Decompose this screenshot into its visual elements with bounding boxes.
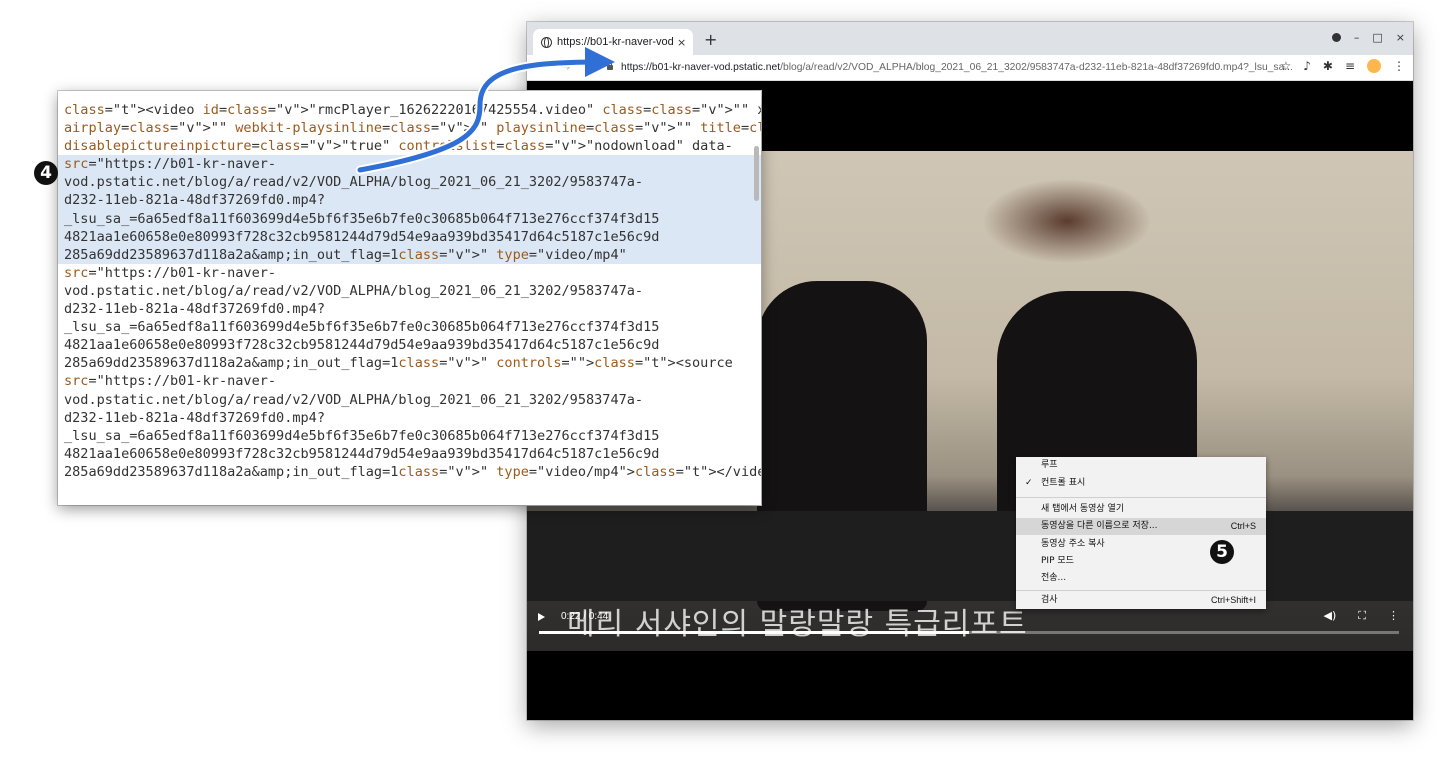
source-code-panel: class="t"><video id=class="v">"rmcPlayer… [58, 91, 761, 505]
bookmark-star-icon[interactable]: ☆ [1280, 59, 1291, 73]
menu-item-shortcut: Ctrl+Shift+I [1210, 595, 1256, 605]
new-tab-button[interactable]: + [704, 30, 717, 49]
menu-item-label: 동영상 주소 복사 [1041, 539, 1105, 549]
browser-tab[interactable]: https://b01-kr-naver-vod.pstatic.net/blo… [533, 29, 693, 55]
play-icon[interactable] [538, 613, 545, 621]
forward-icon[interactable]: → [560, 60, 571, 75]
url-text: https://b01-kr-naver-vod.pstatic.net/blo… [621, 62, 1293, 73]
scrollbar[interactable] [754, 146, 759, 201]
video-bench [527, 511, 1413, 601]
volume-icon[interactable]: ◀) [1324, 609, 1337, 623]
nav-buttons: ← → [535, 60, 571, 75]
browser-toolbar: ← → https://b01-kr-naver-vod.pstatic.net… [527, 55, 1413, 81]
menu-item-shortcut: Ctrl+S [1230, 521, 1256, 531]
media-extension-icon[interactable]: ♪ [1303, 59, 1311, 73]
profile-icon[interactable] [1331, 33, 1341, 42]
video-element-source: class="t"><video id=class="v">"rmcPlayer… [64, 102, 761, 480]
video-controls-right: ◀) ⛶ ⋮ [1324, 609, 1399, 623]
more-vert-icon[interactable]: ⋮ [1388, 609, 1399, 623]
lock-icon[interactable] [607, 61, 613, 70]
tab-title: https://b01-kr-naver-vod.pstatic.net/blo… [557, 36, 674, 48]
check-icon: ✓ [1025, 478, 1033, 488]
url-host: https://b01-kr-naver-vod.pstatic.net [621, 62, 781, 73]
menu-item-label: 전송... [1041, 573, 1067, 583]
close-window-button[interactable]: × [1396, 31, 1405, 44]
menu-item-label: 검사 [1041, 595, 1058, 605]
back-icon[interactable]: ← [535, 60, 546, 75]
menu-item-save-video-as[interactable]: 동영상을 다른 이름으로 저장... Ctrl+S [1016, 518, 1266, 535]
minimize-button[interactable]: – [1354, 31, 1360, 44]
menu-item-inspect[interactable]: 검사 Ctrl+Shift+I [1016, 592, 1266, 609]
menu-icon[interactable]: ⋮ [1393, 59, 1405, 73]
address-bar[interactable]: https://b01-kr-naver-vod.pstatic.net/blo… [607, 58, 1302, 77]
menu-item-cast[interactable]: 전송... [1016, 570, 1266, 587]
menu-item-label: 동영상을 다른 이름으로 저장... [1041, 521, 1158, 531]
step-5-badge: 5 [1210, 540, 1234, 564]
extensions-puzzle-icon[interactable]: ✱ [1323, 59, 1333, 73]
globe-icon [541, 36, 552, 48]
menu-item-open-in-new-tab[interactable]: 새 탭에서 동영상 열기 [1016, 501, 1266, 518]
progress-bar[interactable] [539, 631, 1399, 634]
url-path: /blog/a/read/v2/VOD_ALPHA/blog_2021_06_2… [780, 62, 1293, 73]
video-time: 0:22 / 0:44 [561, 611, 609, 622]
tab-close-icon[interactable]: × [677, 36, 686, 49]
menu-separator [1016, 497, 1266, 498]
tab-strip: https://b01-kr-naver-vod.pstatic.net/blo… [527, 22, 1413, 55]
video-controls: 0:22 / 0:44 ◀) ⛶ ⋮ [527, 603, 1413, 651]
context-menu: 루프 ✓ 컨트롤 표시 새 탭에서 동영상 열기 동영상을 다른 이름으로 저장… [1016, 457, 1266, 609]
step-4-badge: 4 [34, 161, 58, 185]
menu-item-loop[interactable]: 루프 [1016, 457, 1266, 474]
window-controls: – □ × [1331, 31, 1405, 44]
menu-item-label: 루프 [1041, 460, 1058, 470]
menu-item-label: 컨트롤 표시 [1041, 478, 1086, 488]
reading-list-icon[interactable]: ≡ [1345, 59, 1355, 73]
menu-item-label: PIP 모드 [1041, 556, 1074, 566]
progress-fill [539, 631, 969, 634]
menu-item-show-controls[interactable]: ✓ 컨트롤 표시 [1016, 475, 1266, 492]
extension-bar: ☆ ♪ ✱ ≡ ⋮ [1280, 59, 1405, 73]
maximize-button[interactable]: □ [1372, 31, 1382, 44]
menu-item-label: 새 탭에서 동영상 열기 [1041, 504, 1125, 514]
menu-separator [1016, 590, 1266, 591]
fullscreen-icon[interactable]: ⛶ [1358, 609, 1366, 623]
profile-avatar[interactable] [1367, 59, 1381, 73]
